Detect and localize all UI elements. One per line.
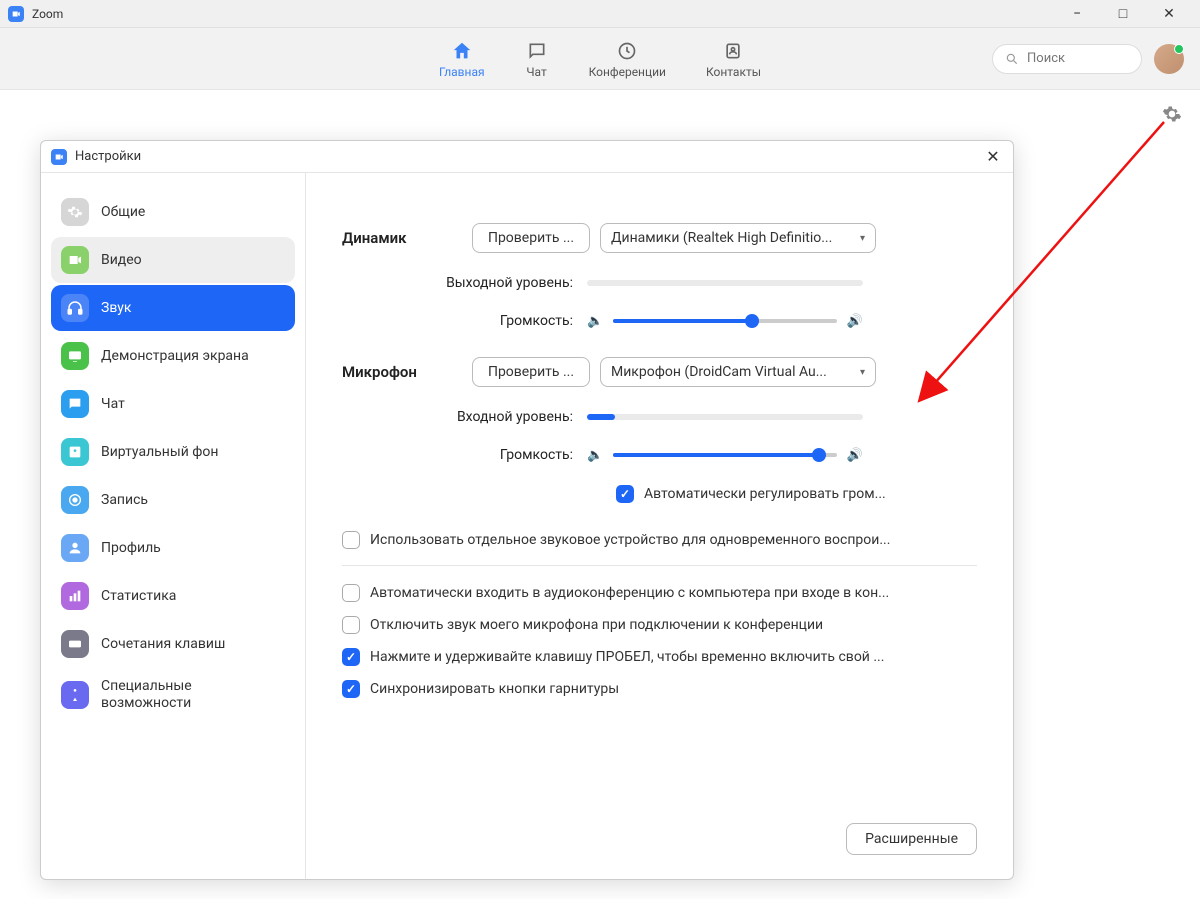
auto-join-audio-checkbox[interactable] — [342, 584, 360, 602]
home-icon — [450, 39, 474, 63]
sidebar-item-accessibility[interactable]: Специальные возможности — [51, 669, 295, 721]
input-level-meter — [587, 414, 863, 420]
maximize-button[interactable]: □ — [1100, 0, 1146, 28]
volume-low-icon: 🔈 — [587, 448, 603, 463]
nav-tab-meetings[interactable]: Конференции — [589, 39, 666, 79]
mute-mic-on-join-checkbox[interactable] — [342, 616, 360, 634]
sync-headset-row: Синхронизировать кнопки гарнитуры — [342, 680, 977, 698]
output-level-meter — [587, 280, 863, 286]
video-icon — [61, 246, 89, 274]
clock-icon — [615, 39, 639, 63]
nav-tab-contacts[interactable]: Контакты — [706, 39, 761, 79]
gear-icon[interactable] — [1162, 104, 1182, 124]
contacts-icon — [721, 39, 745, 63]
main-header: Главная Чат Конференции Контакты — [0, 28, 1200, 90]
mic-volume-label: Громкость: — [342, 447, 587, 463]
sidebar-item-chat[interactable]: Чат — [51, 381, 295, 427]
test-microphone-button[interactable]: Проверить ... — [472, 357, 590, 387]
window-title: Zoom — [32, 7, 1054, 21]
minimize-button[interactable]: − — [1054, 0, 1100, 28]
speaker-heading: Динамик — [342, 229, 472, 247]
speaker-volume-slider[interactable] — [613, 319, 837, 323]
zoom-app-icon — [51, 149, 67, 165]
sync-headset-checkbox[interactable] — [342, 680, 360, 698]
accessibility-icon — [61, 681, 89, 709]
modal-title: Настройки — [75, 149, 983, 164]
microphone-volume-slider[interactable] — [613, 453, 837, 457]
separate-audio-device-checkbox[interactable] — [342, 531, 360, 549]
chat-icon — [525, 39, 549, 63]
window-titlebar: Zoom − □ ✕ — [0, 0, 1200, 28]
nav-tab-home[interactable]: Главная — [439, 39, 485, 79]
user-avatar[interactable] — [1154, 44, 1184, 74]
sidebar-item-video[interactable]: Видео — [51, 237, 295, 283]
microphone-section: Микрофон Проверить ... Микрофон (DroidCa… — [342, 357, 977, 503]
test-speaker-button[interactable]: Проверить ... — [472, 223, 590, 253]
chevron-down-icon: ▾ — [860, 233, 865, 244]
spacebar-unmute-checkbox[interactable] — [342, 648, 360, 666]
output-level-label: Выходной уровень: — [342, 275, 587, 291]
sidebar-item-audio[interactable]: Звук — [51, 285, 295, 331]
modal-header: Настройки ✕ — [41, 141, 1013, 173]
modal-close-button[interactable]: ✕ — [983, 147, 1003, 167]
auto-adjust-volume-row: Автоматически регулировать гром... — [342, 485, 977, 503]
sidebar-item-share-screen[interactable]: Демонстрация экрана — [51, 333, 295, 379]
divider — [342, 565, 977, 566]
zoom-app-icon — [8, 6, 24, 22]
chat-icon — [61, 390, 89, 418]
record-icon — [61, 486, 89, 514]
header-right — [992, 44, 1184, 74]
stats-icon — [61, 582, 89, 610]
settings-gear-wrapper — [1162, 104, 1182, 128]
settings-modal: Настройки ✕ Общие Видео Звук — [40, 140, 1014, 880]
sidebar-item-stats[interactable]: Статистика — [51, 573, 295, 619]
auto-join-audio-row: Автоматически входить в аудиоконференцию… — [342, 584, 977, 602]
sidebar-item-recording[interactable]: Запись — [51, 477, 295, 523]
headphones-icon — [61, 294, 89, 322]
chevron-down-icon: ▾ — [860, 367, 865, 378]
separate-audio-device-row: Использовать отдельное звуковое устройст… — [342, 531, 977, 549]
speaker-section: Динамик Проверить ... Динамики (Realtek … — [342, 223, 977, 329]
mute-mic-on-join-row: Отключить звук моего микрофона при подкл… — [342, 616, 977, 634]
speaker-volume-label: Громкость: — [342, 313, 587, 329]
sidebar-item-profile[interactable]: Профиль — [51, 525, 295, 571]
sidebar-item-virtual-bg[interactable]: Виртуальный фон — [51, 429, 295, 475]
spacebar-unmute-row: Нажмите и удерживайте клавишу ПРОБЕЛ, чт… — [342, 648, 977, 666]
search-input[interactable] — [1027, 51, 1129, 66]
sidebar-item-general[interactable]: Общие — [51, 189, 295, 235]
search-box[interactable] — [992, 44, 1142, 74]
microphone-heading: Микрофон — [342, 363, 472, 381]
nav-tab-chat[interactable]: Чат — [525, 39, 549, 79]
close-button[interactable]: ✕ — [1146, 0, 1192, 28]
gear-icon — [61, 198, 89, 226]
sidebar-item-shortcuts[interactable]: Сочетания клавиш — [51, 621, 295, 667]
nav-tabs: Главная Чат Конференции Контакты — [439, 39, 761, 79]
speaker-device-dropdown[interactable]: Динамики (Realtek High Definitio... ▾ — [600, 223, 876, 253]
profile-icon — [61, 534, 89, 562]
settings-content: Динамик Проверить ... Динамики (Realtek … — [306, 173, 1013, 879]
keyboard-icon — [61, 630, 89, 658]
virtual-bg-icon — [61, 438, 89, 466]
microphone-device-dropdown[interactable]: Микрофон (DroidCam Virtual Au... ▾ — [600, 357, 876, 387]
settings-sidebar: Общие Видео Звук Демонстрация экрана — [41, 173, 306, 879]
volume-high-icon: 🔊 — [847, 448, 863, 463]
volume-low-icon: 🔈 — [587, 314, 603, 329]
advanced-button[interactable]: Расширенные — [846, 823, 977, 855]
volume-high-icon: 🔊 — [847, 314, 863, 329]
window-controls: − □ ✕ — [1054, 0, 1192, 28]
modal-body: Общие Видео Звук Демонстрация экрана — [41, 173, 1013, 879]
share-screen-icon — [61, 342, 89, 370]
search-icon — [1005, 52, 1019, 66]
auto-adjust-volume-checkbox[interactable] — [616, 485, 634, 503]
input-level-label: Входной уровень: — [342, 409, 587, 425]
